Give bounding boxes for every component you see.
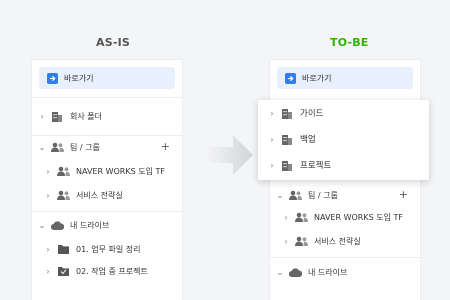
- team-item-label: 서비스 전략실: [314, 236, 361, 246]
- folder-icon: [56, 243, 70, 255]
- my-drive-header[interactable]: ⌄ 내 드라이브: [32, 214, 182, 236]
- goto-button[interactable]: 바로가기: [277, 67, 413, 89]
- popup-item[interactable]: › 백업: [258, 128, 429, 150]
- popup-item-label: 백업: [300, 135, 316, 145]
- to-be-heading: TO-BE: [330, 36, 369, 49]
- as-is-heading: AS-IS: [96, 36, 131, 49]
- people-icon: [56, 165, 70, 177]
- people-icon: [294, 211, 308, 223]
- cloud-icon: [288, 266, 302, 278]
- transition-arrow-icon: [205, 135, 253, 175]
- people-icon: [50, 141, 64, 153]
- people-icon: [56, 189, 70, 201]
- people-icon: [288, 189, 302, 201]
- chevron-right-icon[interactable]: ›: [44, 245, 52, 254]
- chevron-down-icon[interactable]: ⌄: [38, 221, 46, 230]
- team-group-header[interactable]: ⌄ 팀 / 그룹 +: [270, 184, 420, 206]
- goto-label: 바로가기: [64, 73, 94, 83]
- chevron-right-icon[interactable]: ›: [268, 161, 276, 170]
- popup-item[interactable]: › 가이드: [258, 102, 429, 124]
- my-drive-label: 내 드라이브: [308, 267, 348, 277]
- company-folder-item[interactable]: › 회사 폴더: [32, 105, 182, 127]
- building-icon: [280, 159, 294, 171]
- goto-button[interactable]: 바로가기: [39, 67, 175, 89]
- divider: [270, 257, 420, 258]
- team-item-label: NAVER WORKS 도입 TF: [76, 166, 165, 176]
- team-item-label: NAVER WORKS 도입 TF: [314, 212, 403, 222]
- drive-item[interactable]: › 02. 작업 중 프로젝트: [32, 260, 182, 282]
- chevron-down-icon[interactable]: ⌄: [276, 191, 284, 200]
- team-item[interactable]: › 서비스 전략실: [32, 184, 182, 206]
- drive-item-label: 01. 업무 파일 정리: [76, 244, 141, 254]
- team-group-header[interactable]: ⌄ 팀 / 그룹 +: [32, 136, 182, 158]
- drive-item-label: 02. 작업 중 프로젝트: [76, 266, 148, 276]
- to-be-panel: 바로가기 ⌄ 팀 / 그룹 + › NAVER WORKS 도입 TF › 서비…: [270, 60, 420, 300]
- team-group-label: 팀 / 그룹: [70, 142, 100, 152]
- divider: [32, 97, 182, 98]
- building-icon: [50, 110, 64, 122]
- chevron-right-icon[interactable]: ›: [282, 213, 290, 222]
- plus-icon[interactable]: +: [399, 189, 408, 200]
- team-group-label: 팀 / 그룹: [308, 190, 338, 200]
- chevron-right-icon[interactable]: ›: [268, 135, 276, 144]
- drive-item[interactable]: › 01. 업무 파일 정리: [32, 238, 182, 260]
- popup-item-label: 프로젝트: [300, 161, 332, 171]
- folder-icon: [56, 265, 70, 277]
- popup-item[interactable]: › 프로젝트: [258, 154, 429, 176]
- team-item[interactable]: › NAVER WORKS 도입 TF: [270, 206, 420, 228]
- chevron-down-icon[interactable]: ⌄: [276, 268, 284, 277]
- team-item[interactable]: › NAVER WORKS 도입 TF: [32, 160, 182, 182]
- divider: [32, 211, 182, 212]
- shortcut-popup: › 가이드 › 백업 › 프로젝트: [258, 100, 429, 180]
- my-drive-header[interactable]: ⌄ 내 드라이브: [270, 261, 420, 283]
- people-icon: [294, 235, 308, 247]
- popup-item-label: 가이드: [300, 109, 324, 119]
- my-drive-label: 내 드라이브: [70, 220, 110, 230]
- chevron-right-icon[interactable]: ›: [44, 191, 52, 200]
- building-icon: [280, 133, 294, 145]
- as-is-panel: 바로가기 › 회사 폴더 ⌄ 팀 / 그룹 + › NAVER WORKS 도입…: [32, 60, 182, 300]
- arrow-right-icon: [285, 72, 296, 84]
- goto-label: 바로가기: [302, 73, 332, 83]
- chevron-right-icon[interactable]: ›: [282, 237, 290, 246]
- plus-icon[interactable]: +: [161, 141, 170, 152]
- chevron-right-icon[interactable]: ›: [44, 167, 52, 176]
- arrow-right-icon: [47, 72, 58, 84]
- cloud-icon: [50, 219, 64, 231]
- chevron-down-icon[interactable]: ⌄: [38, 143, 46, 152]
- building-icon: [280, 107, 294, 119]
- chevron-right-icon[interactable]: ›: [38, 112, 46, 121]
- team-item-label: 서비스 전략실: [76, 190, 123, 200]
- chevron-right-icon[interactable]: ›: [44, 267, 52, 276]
- chevron-right-icon[interactable]: ›: [268, 109, 276, 118]
- team-item[interactable]: › 서비스 전략실: [270, 230, 420, 252]
- company-folder-label: 회사 폴더: [70, 111, 102, 121]
